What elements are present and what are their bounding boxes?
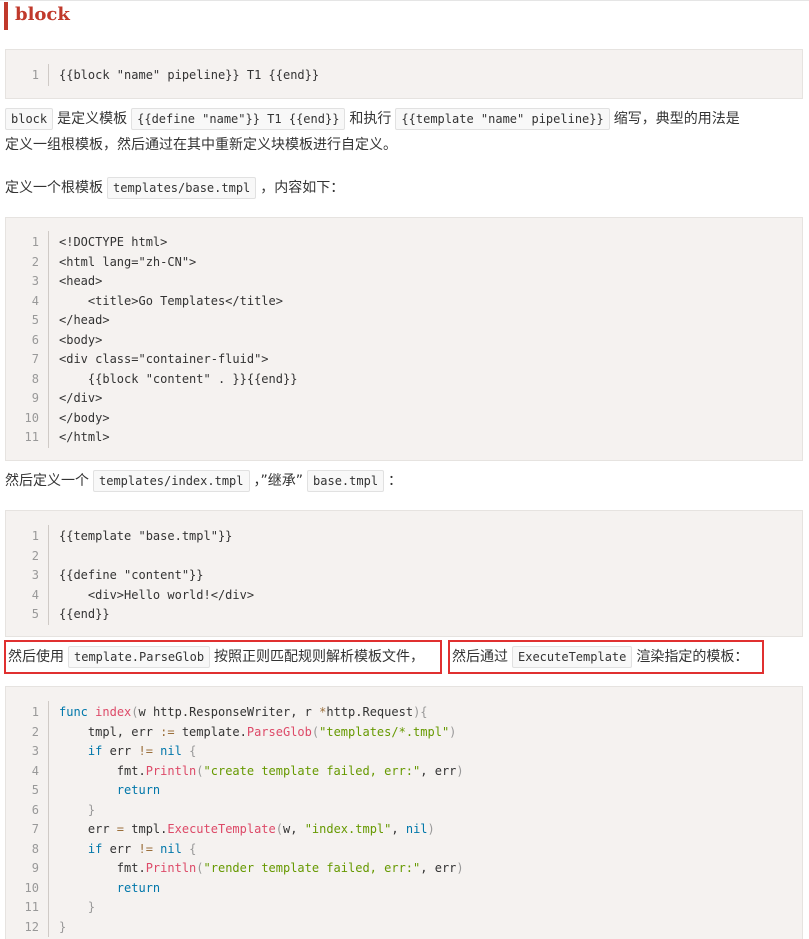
para-text: 按照正则匹配规则解析模板文件， (214, 649, 425, 665)
code-text: </html> (59, 430, 110, 444)
code-gutter-divider (48, 231, 49, 448)
line-number: 12 (24, 919, 39, 934)
code-text: } (87, 802, 96, 817)
line-number: 7 (31, 822, 39, 836)
inline-code-define: {{define "name"}} T1 {{end}} (131, 108, 346, 130)
code-text: if err != nil { (87, 744, 197, 758)
code-text: {{template "base.tmpl"}} (59, 529, 233, 543)
line-number: 11 (24, 900, 39, 914)
code-text: <!DOCTYPE html> (59, 235, 168, 249)
code-text: {{define "content"}} (59, 568, 204, 582)
code-text: } (59, 919, 67, 934)
line-number: 6 (31, 332, 39, 347)
para-text: ，内容如下： (260, 180, 345, 196)
top-divider (0, 0, 809, 1)
code-text: <div>Hello world!</div> (59, 587, 255, 602)
line-number: 1 (31, 529, 39, 543)
line-number: 2 (31, 724, 39, 739)
code-text: {{end}} (59, 607, 110, 621)
code-text: <html lang="zh-CN"> (59, 254, 197, 269)
para-text: ，”继承” (253, 473, 304, 489)
para-text: 和执行 (349, 111, 392, 127)
line-number: 3 (31, 568, 39, 582)
para-text: 然后定义一个 (5, 473, 89, 489)
highlight-box-parseglob: 然后使用 template.ParseGlob 按照正则匹配规则解析模板文件， (4, 640, 442, 674)
code-block-index-tmpl: 1 {{template "base.tmpl"}} 2 3 {{define "con… (5, 510, 803, 637)
inline-code-base-tmpl-path: templates/base.tmpl (107, 177, 257, 199)
line-number: 1 (31, 705, 39, 719)
code-gutter-divider (48, 701, 49, 937)
code-block-base-tmpl: 1 <!DOCTYPE html> 2 <html lang="zh-CN"> 3 <he… (5, 217, 803, 461)
line-number: 5 (31, 607, 39, 621)
inline-code-block: block (5, 108, 54, 130)
code-text: <head> (59, 274, 103, 288)
code-text: </body> (59, 410, 110, 425)
line-number: 3 (31, 274, 39, 288)
section-heading: block (4, 2, 70, 30)
code-text: fmt.Println("create template failed, err… (59, 763, 464, 778)
line-number: 4 (31, 587, 39, 602)
line-number: 10 (24, 410, 39, 425)
line-number: 2 (31, 254, 39, 269)
para-text: 然后使用 (8, 649, 64, 665)
line-number: 11 (24, 430, 39, 444)
line-number: 1 (31, 68, 39, 82)
code-text: </head> (59, 313, 110, 327)
code-text: return (116, 783, 161, 797)
code-text: } (87, 900, 96, 914)
paragraph-block-description: block 是定义模板 {{define "name"}} T1 {{end}} 和执… (5, 106, 805, 158)
code-gutter-divider (48, 64, 49, 86)
code-text: if err != nil { (87, 841, 197, 856)
line-number: 5 (31, 313, 39, 327)
line-number: 7 (31, 352, 39, 366)
code-text: func index(w http.ResponseWriter, r *htt… (59, 705, 428, 719)
para-text: ： (388, 473, 403, 489)
code-text: {{block "content" . }}{{end}} (59, 371, 298, 386)
code-text: err = tmpl.ExecuteTemplate(w, "index.tmp… (59, 822, 435, 836)
code-text: return (116, 880, 161, 895)
paragraph-define-index: 然后定义一个 templates/index.tmpl ，”继承” base.tmpl… (5, 468, 805, 494)
line-number: 3 (31, 744, 39, 758)
paragraph-define-root: 定义一个根模板 templates/base.tmpl ，内容如下： (5, 175, 805, 201)
line-number: 8 (31, 841, 39, 856)
line-number: 2 (31, 548, 39, 563)
code-text: </div> (59, 391, 103, 405)
code-gutter-divider (48, 525, 49, 625)
line-number: 4 (31, 293, 39, 308)
code-text: fmt.Println("render template failed, err… (59, 861, 464, 875)
highlight-box-executetemplate: 然后通过 ExecuteTemplate 渲染指定的模板： (448, 640, 764, 674)
line-number: 1 (31, 235, 39, 249)
inline-code-parseglob: template.ParseGlob (68, 646, 211, 668)
code-text: <div class="container-fluid"> (59, 352, 269, 366)
para-text: 缩写，典型的用法是 (613, 111, 740, 127)
line-number: 9 (31, 391, 39, 405)
line-number: 8 (31, 371, 39, 386)
line-number: 9 (31, 861, 39, 875)
para-text: 是定义模板 (57, 111, 128, 127)
line-number: 4 (31, 763, 39, 778)
inline-code-template: {{template "name" pipeline}} (395, 108, 610, 130)
code-block-go-handler: 1 func index(w http.ResponseWriter, r *ht… (5, 686, 803, 939)
inline-code-base-tmpl: base.tmpl (307, 470, 385, 492)
line-number: 10 (24, 880, 39, 895)
code-block-signature: 1 {{block "name" pipeline}} T1 {{end}} (5, 49, 803, 99)
code-text: tmpl, err := template.ParseGlob("templat… (59, 724, 457, 739)
para-text: 定义一个根模板 (5, 180, 103, 196)
code-text: {{block "name" pipeline}} T1 {{end}} (59, 68, 320, 82)
line-number: 6 (31, 802, 39, 817)
para-text: 渲染指定的模板： (636, 649, 749, 665)
para-text: 定义一组根模板，然后通过在其中重新定义块模板进行自定义。 (5, 137, 397, 153)
line-number: 5 (31, 783, 39, 797)
para-text: 然后通过 (452, 649, 508, 665)
inline-code-index-tmpl-path: templates/index.tmpl (93, 470, 250, 492)
code-text: <body> (59, 332, 103, 347)
inline-code-executetemplate: ExecuteTemplate (512, 646, 633, 668)
code-text: <title>Go Templates</title> (59, 293, 283, 308)
